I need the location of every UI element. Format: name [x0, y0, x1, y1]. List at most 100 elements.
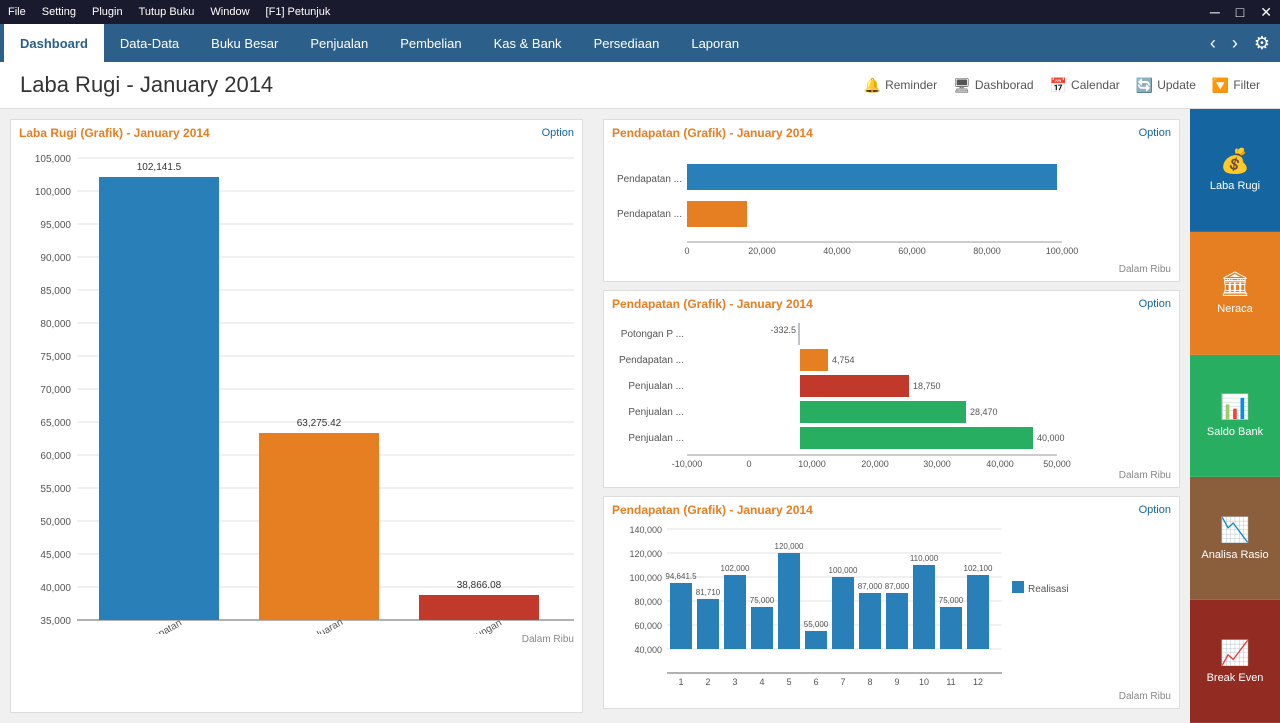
svg-text:120,000: 120,000 — [775, 542, 804, 551]
menu-tutup-buku[interactable]: Tutup Buku — [139, 6, 195, 18]
top-right-bar-chart: Pendapatan ... Pendapatan ... 0 20,000 4… — [612, 144, 1092, 264]
bottom-right-chart: Pendapatan (Grafik) - January 2014 Optio… — [603, 496, 1180, 709]
svg-text:40,000: 40,000 — [1037, 433, 1065, 443]
top-right-chart-option[interactable]: Option — [1139, 127, 1171, 139]
bottom-right-bar-chart: 140,000 120,000 100,000 80,000 60,000 40… — [612, 521, 1092, 691]
svg-text:81,710: 81,710 — [696, 588, 721, 597]
maximize-btn[interactable]: □ — [1236, 4, 1244, 20]
mid-right-chart-option[interactable]: Option — [1139, 298, 1171, 310]
svg-text:87,000: 87,000 — [858, 582, 883, 591]
mid-right-dalam-ribu: Dalam Ribu — [612, 470, 1171, 481]
nav-back-btn[interactable]: ‹ — [1204, 29, 1222, 58]
nav-bar: Dashboard Data-Data Buku Besar Penjualan… — [0, 24, 1280, 62]
svg-text:20,000: 20,000 — [861, 459, 889, 469]
svg-text:11: 11 — [946, 677, 955, 687]
right-sidebar: 💰 Laba Rugi 🏛 Neraca 📊 Saldo Bank 📉 Anal… — [1190, 109, 1280, 723]
nav-settings-btn[interactable]: ⚙ — [1248, 29, 1276, 58]
sidebar-analisa-rasio[interactable]: 📉 Analisa Rasio — [1190, 477, 1280, 600]
svg-text:Penjualan ...: Penjualan ... — [628, 381, 684, 392]
svg-text:-10,000: -10,000 — [672, 459, 703, 469]
svg-text:100,000: 100,000 — [35, 187, 72, 198]
svg-text:85,000: 85,000 — [40, 286, 71, 297]
left-chart-option[interactable]: Option — [542, 127, 574, 139]
sidebar-analisa-rasio-label: Analisa Rasio — [1201, 549, 1268, 561]
svg-text:100,000: 100,000 — [1046, 246, 1079, 256]
svg-text:Realisasi: Realisasi — [1028, 584, 1069, 595]
page-header: Laba Rugi - January 2014 🔔 Reminder 🖥 Da… — [0, 62, 1280, 109]
svg-text:5: 5 — [786, 677, 791, 687]
minimize-btn[interactable]: ─ — [1210, 4, 1220, 20]
svg-text:55,000: 55,000 — [40, 484, 71, 495]
mid-right-chart-title: Pendapatan (Grafik) - January 2014 — [612, 297, 813, 311]
svg-text:140,000: 140,000 — [629, 525, 662, 535]
calendar-btn[interactable]: 📅 Calendar — [1050, 77, 1120, 94]
nav-pembelian[interactable]: Pembelian — [384, 24, 477, 62]
sidebar-neraca[interactable]: 🏛 Neraca — [1190, 232, 1280, 355]
close-btn[interactable]: ✕ — [1260, 4, 1272, 21]
sidebar-laba-rugi[interactable]: 💰 Laba Rugi — [1190, 109, 1280, 232]
menu-plugin[interactable]: Plugin — [92, 6, 123, 18]
svg-text:102,141.5: 102,141.5 — [137, 162, 182, 173]
svg-text:Penjualan ...: Penjualan ... — [628, 433, 684, 444]
svg-text:40,000: 40,000 — [634, 645, 662, 655]
nav-dashboard[interactable]: Dashboard — [4, 24, 104, 62]
svg-text:80,000: 80,000 — [40, 319, 71, 330]
svg-text:105,000: 105,000 — [35, 154, 72, 165]
svg-text:28,470: 28,470 — [970, 407, 998, 417]
nav-buku-besar[interactable]: Buku Besar — [195, 24, 294, 62]
svg-text:Potongan P ...: Potongan P ... — [621, 329, 684, 340]
calendar-icon: 📅 — [1050, 77, 1067, 94]
svg-text:40,000: 40,000 — [986, 459, 1014, 469]
svg-text:60,000: 60,000 — [40, 451, 71, 462]
sidebar-saldo-bank-label: Saldo Bank — [1207, 426, 1263, 438]
update-icon: 🔄 — [1136, 77, 1153, 94]
update-btn[interactable]: 🔄 Update — [1136, 77, 1196, 94]
mid-right-bar-chart: Potongan P ... Pendapatan ... Penjualan … — [612, 315, 1092, 470]
svg-text:2: 2 — [705, 677, 710, 687]
filter-icon: 🔽 — [1212, 77, 1229, 94]
svg-text:60,000: 60,000 — [898, 246, 926, 256]
svg-text:4: 4 — [759, 677, 764, 687]
menu-setting[interactable]: Setting — [42, 6, 76, 18]
svg-text:75,000: 75,000 — [939, 596, 964, 605]
svg-text:Pendapatan ...: Pendapatan ... — [617, 209, 682, 220]
menu-file[interactable]: File — [8, 6, 26, 18]
svg-text:3: 3 — [732, 677, 737, 687]
svg-text:0: 0 — [746, 459, 751, 469]
svg-text:Penjualan ...: Penjualan ... — [628, 407, 684, 418]
nav-persediaan[interactable]: Persediaan — [578, 24, 676, 62]
left-panel: Laba Rugi (Grafik) - January 2014 Option… — [0, 109, 593, 723]
calendar-label: Calendar — [1071, 78, 1120, 92]
svg-text:60,000: 60,000 — [634, 621, 662, 631]
svg-text:65,000: 65,000 — [40, 418, 71, 429]
reminder-btn[interactable]: 🔔 Reminder — [864, 77, 937, 94]
dashboard-btn[interactable]: 🖥 Dashborad — [953, 77, 1034, 94]
svg-text:Pendapatan ...: Pendapatan ... — [617, 174, 682, 185]
svg-text:6: 6 — [813, 677, 818, 687]
svg-text:102,100: 102,100 — [964, 564, 993, 573]
nav-penjualan[interactable]: Penjualan — [294, 24, 384, 62]
nav-laporan[interactable]: Laporan — [675, 24, 755, 62]
page-title: Laba Rugi - January 2014 — [20, 72, 864, 98]
nav-data-data[interactable]: Data-Data — [104, 24, 195, 62]
svg-text:94,641.5: 94,641.5 — [665, 572, 697, 581]
sidebar-break-even[interactable]: 📈 Break Even — [1190, 600, 1280, 723]
svg-text:63,275.42: 63,275.42 — [297, 418, 342, 429]
svg-text:30,000: 30,000 — [923, 459, 951, 469]
neraca-icon: 🏛 — [1220, 270, 1250, 299]
nav-kas-bank[interactable]: Kas & Bank — [478, 24, 578, 62]
svg-text:8: 8 — [867, 677, 872, 687]
left-bar-chart: 105,000 100,000 95,000 90,000 85,000 80,… — [19, 144, 574, 634]
svg-text:50,000: 50,000 — [40, 517, 71, 528]
svg-text:95,000: 95,000 — [40, 220, 71, 231]
svg-text:102,000: 102,000 — [721, 564, 750, 573]
menu-window[interactable]: Window — [210, 6, 249, 18]
filter-btn[interactable]: 🔽 Filter — [1212, 77, 1260, 94]
menu-petunjuk[interactable]: [F1] Petunjuk — [266, 6, 331, 18]
charts-container: Pendapatan (Grafik) - January 2014 Optio… — [593, 109, 1190, 723]
bottom-right-chart-option[interactable]: Option — [1139, 504, 1171, 516]
update-label: Update — [1157, 78, 1196, 92]
nav-forward-btn[interactable]: › — [1226, 29, 1244, 58]
svg-text:1: 1 — [678, 677, 683, 687]
sidebar-saldo-bank[interactable]: 📊 Saldo Bank — [1190, 355, 1280, 478]
